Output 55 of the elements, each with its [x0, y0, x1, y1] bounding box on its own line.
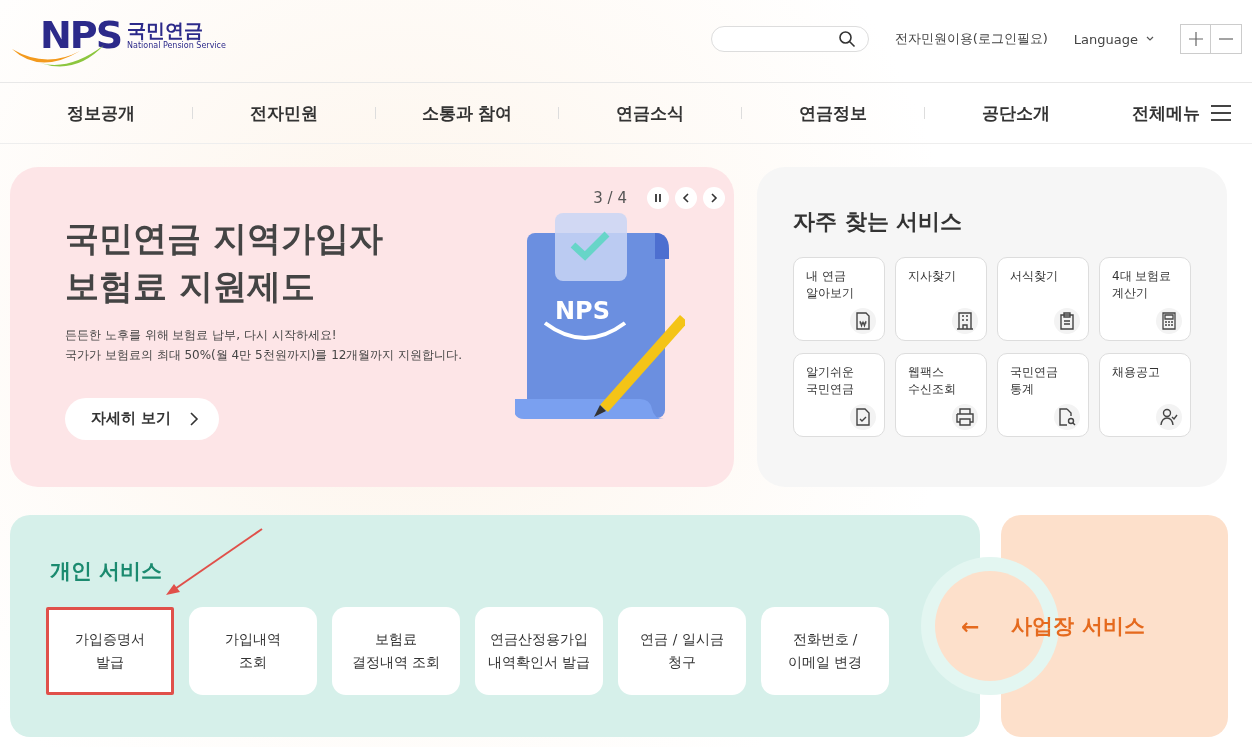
- document-check-icon: [855, 408, 871, 426]
- more-button[interactable]: 자세히 보기: [65, 397, 220, 440]
- service-card[interactable]: 서식찾기: [997, 257, 1089, 341]
- logo-mark: NPS: [40, 13, 122, 57]
- service-button[interactable]: 가입내역 조회: [189, 607, 317, 695]
- caret-icon: [1146, 36, 1154, 42]
- slide-counter: 3 / 4: [593, 189, 627, 207]
- language-dropdown[interactable]: Language: [1073, 31, 1154, 47]
- all-menu-button[interactable]: 전체메뉴: [1132, 101, 1232, 125]
- nav-item[interactable]: 전자민원: [215, 101, 353, 125]
- calculator-icon: [1161, 312, 1177, 330]
- zoom-in-button[interactable]: [1180, 24, 1211, 54]
- service-button[interactable]: 연금 / 일시금 청구: [618, 607, 746, 695]
- menu-icon: [1210, 104, 1232, 122]
- service-card[interactable]: 내 연금 알아보기: [793, 257, 885, 341]
- logo-subtitle: National Pension Service: [127, 40, 226, 50]
- chevron-right-icon: [710, 193, 718, 203]
- zoom-out-button[interactable]: [1211, 24, 1242, 54]
- nav-item[interactable]: 연금소식: [581, 101, 719, 125]
- printer-icon: [956, 408, 974, 426]
- document-icon: [855, 312, 871, 330]
- person-check-icon: [1160, 408, 1178, 426]
- illustration-logo-text: NPS: [555, 297, 610, 325]
- search-field[interactable]: [710, 26, 869, 52]
- banner-description: 든든한 노후를 위해 보험료 납부, 다시 시작하세요! 국가가 보험료의 최대 50%(월 4만 5천원까지)를 12개월까지 지원합니다.: [65, 327, 464, 364]
- building-icon: [957, 312, 973, 330]
- service-card[interactable]: 웹팩스 수신조회: [895, 353, 987, 437]
- service-card[interactable]: 알기쉬운 국민연금: [793, 353, 885, 437]
- chevron-left-icon: [682, 193, 690, 203]
- login-link[interactable]: 전자민원이용(로그인필요): [894, 30, 1048, 48]
- service-card[interactable]: 4대 보험료 계산기: [1099, 257, 1191, 341]
- previous-button[interactable]: [675, 187, 697, 209]
- clipboard-icon: [1059, 312, 1075, 330]
- service-card[interactable]: 채용공고: [1099, 353, 1191, 437]
- nav-item[interactable]: 정보공개: [32, 101, 170, 125]
- section-title: 자주 찾는 서비스: [793, 208, 964, 236]
- nav-item[interactable]: 소통과 참여: [398, 101, 536, 125]
- document-search-icon: [1058, 408, 1076, 426]
- chevron-right-icon: [189, 411, 200, 426]
- nav-item[interactable]: 공단소개: [947, 101, 1085, 125]
- service-button[interactable]: 전화번호 / 이메일 변경: [761, 607, 889, 695]
- service-button[interactable]: 가입증명서 발급: [46, 607, 174, 695]
- section-title: 개인 서비스: [49, 558, 164, 585]
- service-button[interactable]: 연금산정용가입 내역확인서 발급: [475, 607, 603, 695]
- pause-button[interactable]: [647, 187, 669, 209]
- banner-title: 국민연금 지역가입자 보험료 지원제도: [65, 217, 384, 308]
- nav-item[interactable]: 연금정보: [764, 101, 902, 125]
- search-icon[interactable]: [837, 30, 856, 48]
- plus-icon: [1188, 32, 1203, 46]
- next-button[interactable]: [703, 187, 725, 209]
- service-card[interactable]: 지사찾기: [895, 257, 987, 341]
- pause-icon: [654, 193, 662, 203]
- logo-name: 국민연금: [127, 20, 204, 41]
- service-button[interactable]: 보험료 결정내역 조회: [332, 607, 460, 695]
- service-card[interactable]: 국민연금 통계: [997, 353, 1089, 437]
